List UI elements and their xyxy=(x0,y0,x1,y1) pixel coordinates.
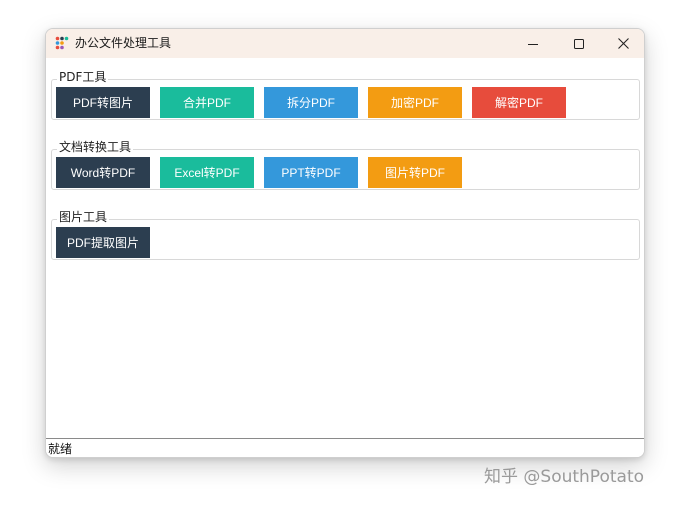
group-title: 文档转换工具 xyxy=(57,140,134,154)
split-pdf-button[interactable]: 拆分PDF xyxy=(264,87,358,118)
close-icon xyxy=(617,38,629,49)
pdf-to-image-button[interactable]: PDF转图片 xyxy=(56,87,150,118)
window-title: 办公文件处理工具 xyxy=(75,36,172,50)
pdf-extract-images-button[interactable]: PDF提取图片 xyxy=(56,227,150,258)
group-image-tools: 图片工具 PDF提取图片 xyxy=(51,210,640,262)
merge-pdf-button[interactable]: 合并PDF xyxy=(160,87,254,118)
group-title: PDF工具 xyxy=(57,70,109,84)
minimize-button[interactable] xyxy=(510,29,556,58)
group-pdf-tools: PDF工具 PDF转图片 合并PDF 拆分PDF 加密PDF 解密PDF xyxy=(51,70,640,122)
status-text: 就绪 xyxy=(48,442,73,456)
watermark: 知乎 @SouthPotato xyxy=(484,467,645,487)
status-bar: 就绪 xyxy=(46,438,644,457)
maximize-button[interactable] xyxy=(556,29,602,58)
close-button[interactable] xyxy=(600,29,644,58)
app-window: 办公文件处理工具 PDF工具 PDF转图片 合并PDF 拆分PDF 加密PDF … xyxy=(45,28,645,458)
image-to-pdf-button[interactable]: 图片转PDF xyxy=(368,157,462,188)
group-doc-convert: 文档转换工具 Word转PDF Excel转PDF PPT转PDF 图片转PDF xyxy=(51,140,640,192)
maximize-icon xyxy=(574,38,584,49)
main-content: PDF工具 PDF转图片 合并PDF 拆分PDF 加密PDF 解密PDF 文档转… xyxy=(46,58,644,438)
group-title: 图片工具 xyxy=(57,210,110,224)
word-to-pdf-button[interactable]: Word转PDF xyxy=(56,157,150,188)
decrypt-pdf-button[interactable]: 解密PDF xyxy=(472,87,566,118)
encrypt-pdf-button[interactable]: 加密PDF xyxy=(368,87,462,118)
ppt-to-pdf-button[interactable]: PPT转PDF xyxy=(264,157,358,188)
minimize-icon xyxy=(528,43,538,45)
title-bar[interactable]: 办公文件处理工具 xyxy=(46,29,644,58)
excel-to-pdf-button[interactable]: Excel转PDF xyxy=(160,157,254,188)
app-dots-icon xyxy=(55,36,69,50)
